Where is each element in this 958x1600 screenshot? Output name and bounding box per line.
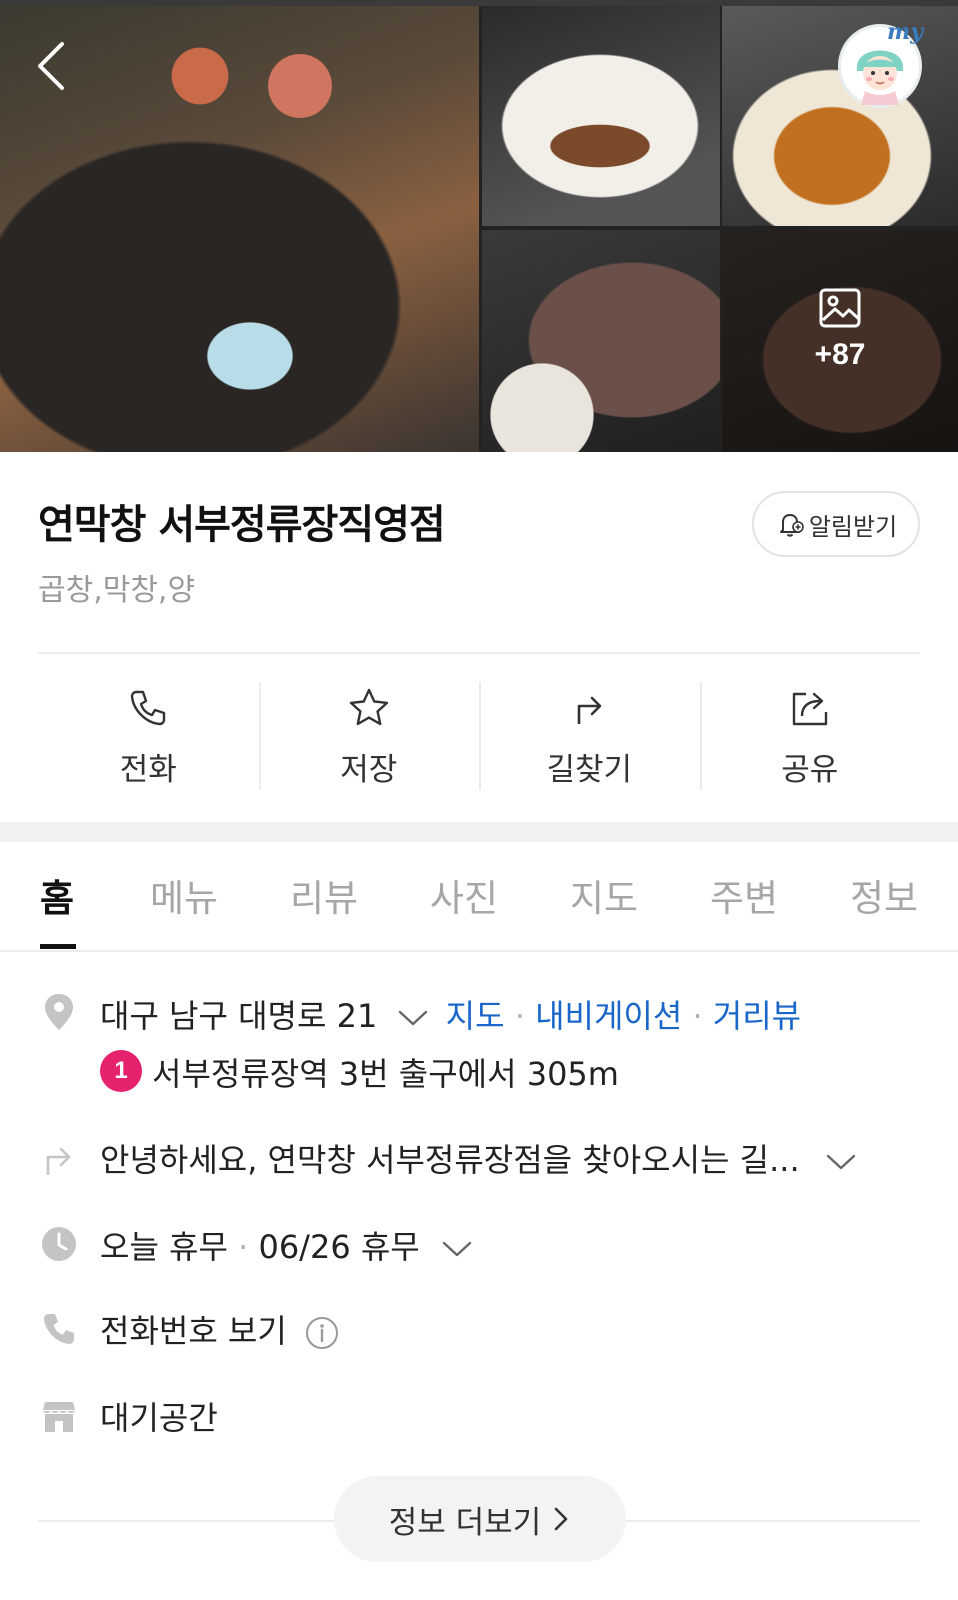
call-button[interactable]: 전화 bbox=[38, 676, 259, 794]
chevron-down-icon[interactable] bbox=[396, 1007, 430, 1029]
bell-plus-icon bbox=[779, 514, 804, 537]
share-button[interactable]: 공유 bbox=[699, 676, 921, 794]
tab-bar: 홈 메뉴 리뷰 사진 지도 주변 정보 bbox=[0, 842, 958, 952]
store-icon bbox=[40, 1396, 78, 1436]
location-pin-icon bbox=[40, 992, 78, 1032]
more-info-button[interactable]: 정보 더보기 bbox=[334, 1476, 626, 1562]
share-label: 공유 bbox=[781, 752, 839, 788]
active-tab-indicator bbox=[40, 944, 76, 949]
save-label: 저장 bbox=[340, 752, 398, 788]
notify-label: 알림받기 bbox=[808, 512, 898, 541]
chevron-right-icon bbox=[554, 1507, 568, 1531]
my-label: my bbox=[887, 19, 924, 45]
phone-icon bbox=[131, 690, 166, 726]
tab-info[interactable]: 정보 bbox=[850, 868, 918, 922]
photo-gallery[interactable]: +87 my bbox=[0, 0, 958, 452]
directions-icon bbox=[577, 696, 602, 724]
more-photos: +87 bbox=[722, 288, 958, 372]
subway-distance: 서부정류장역 3번 출구에서 305m bbox=[152, 1055, 619, 1093]
action-row: 전화 저장 길찾기 공유 bbox=[38, 676, 920, 794]
phone-row[interactable]: 전화번호 보기 bbox=[100, 1306, 339, 1352]
more-photos-tile[interactable]: +87 bbox=[722, 230, 958, 452]
back-button[interactable] bbox=[30, 38, 78, 94]
separator-dot: · bbox=[238, 1228, 249, 1266]
address-row: 대구 남구 대명로 21 지도 · 내비게이션 · 거리뷰 bbox=[100, 991, 801, 1037]
address-text[interactable]: 대구 남구 대명로 21 bbox=[100, 997, 377, 1035]
directions-row[interactable]: 안녕하세요, 연막창 서부정류장점을 찾아오시는 길... bbox=[100, 1135, 858, 1181]
place-category: 곱창,막창,양 bbox=[38, 573, 196, 608]
navigation-link[interactable]: 내비게이션 bbox=[535, 997, 682, 1035]
star-icon bbox=[349, 688, 388, 726]
chevron-down-icon bbox=[826, 1154, 855, 1170]
map-link[interactable]: 지도 bbox=[446, 997, 505, 1035]
divider bbox=[620, 1520, 920, 1522]
my-profile-button[interactable]: my bbox=[838, 19, 923, 108]
more-photos-count: +87 bbox=[814, 338, 866, 371]
directions-label: 길찾기 bbox=[546, 752, 633, 788]
tab-photos[interactable]: 사진 bbox=[430, 868, 498, 922]
separator-dot: · bbox=[692, 997, 703, 1035]
clock-icon bbox=[40, 1224, 78, 1264]
chevron-left-icon bbox=[38, 42, 64, 90]
chevron-down-icon bbox=[442, 1241, 472, 1257]
gallery-photo[interactable] bbox=[482, 230, 720, 452]
divider bbox=[38, 652, 920, 654]
hours-next: 06/26 휴무 bbox=[258, 1228, 420, 1266]
phone-text: 전화번호 보기 bbox=[100, 1312, 287, 1350]
image-icon bbox=[819, 288, 861, 328]
notify-button[interactable]: 알림받기 bbox=[752, 491, 920, 557]
facility-text: 대기공간 bbox=[100, 1399, 218, 1437]
street-view-link[interactable]: 거리뷰 bbox=[713, 997, 801, 1035]
directions-button[interactable]: 길찾기 bbox=[479, 676, 700, 794]
tab-reviews[interactable]: 리뷰 bbox=[290, 868, 358, 922]
call-label: 전화 bbox=[119, 752, 177, 788]
tab-map[interactable]: 지도 bbox=[570, 868, 638, 922]
directions-icon bbox=[40, 1138, 78, 1178]
gallery-photo[interactable] bbox=[482, 6, 720, 226]
subway-line-badge: 1 bbox=[100, 1050, 142, 1092]
tab-home[interactable]: 홈 bbox=[40, 868, 74, 922]
phone-icon bbox=[40, 1309, 78, 1349]
save-button[interactable]: 저장 bbox=[258, 676, 480, 794]
more-info-label: 정보 더보기 bbox=[388, 1504, 542, 1541]
directions-text: 안녕하세요, 연막창 서부정류장점을 찾아오시는 길... bbox=[100, 1141, 800, 1179]
separator-dot: · bbox=[514, 997, 525, 1035]
tab-nearby[interactable]: 주변 bbox=[710, 868, 778, 922]
hours-today: 오늘 휴무 bbox=[100, 1228, 228, 1266]
divider bbox=[38, 1520, 338, 1522]
hours-row[interactable]: 오늘 휴무 · 06/26 휴무 bbox=[100, 1222, 474, 1268]
tab-menu[interactable]: 메뉴 bbox=[150, 868, 218, 922]
section-separator bbox=[0, 822, 958, 842]
place-name: 연막창 서부정류장직영점 bbox=[38, 502, 446, 548]
info-icon[interactable] bbox=[305, 1316, 339, 1350]
share-icon bbox=[792, 692, 827, 726]
